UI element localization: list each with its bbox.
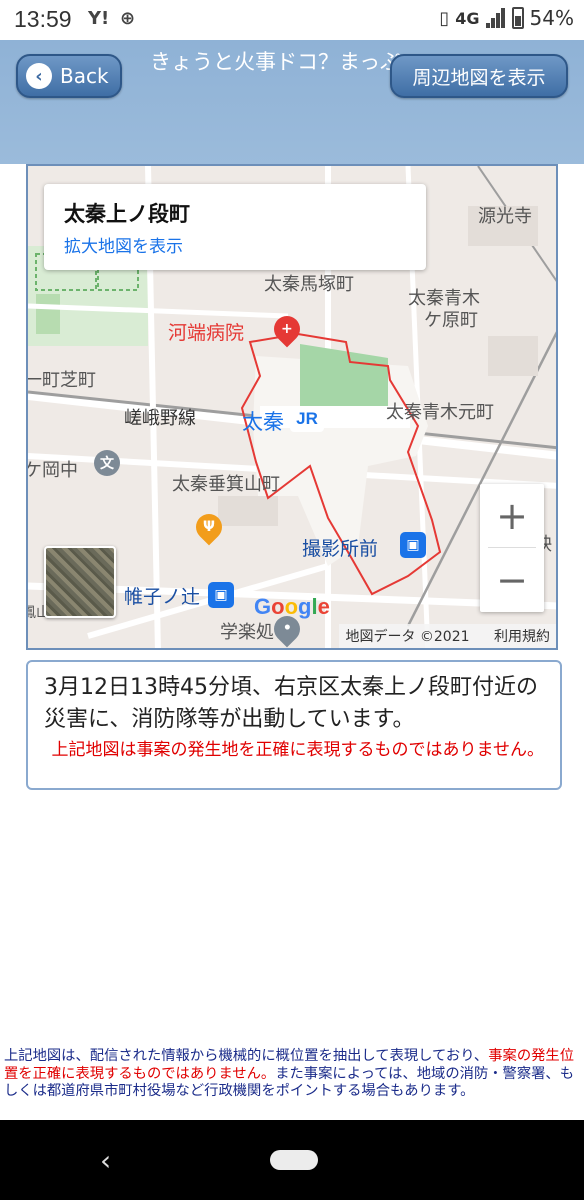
home-pill-icon[interactable] [270, 1150, 318, 1170]
terms-link[interactable]: 利用規約 [494, 629, 550, 645]
zoom-controls: + − [480, 484, 544, 612]
status-time: 13:59 [14, 6, 72, 32]
signal-icon [485, 8, 506, 28]
place-name: 太秦上ノ段町 [64, 202, 190, 226]
map-label-shiba: 一町芝町 [26, 370, 96, 391]
battery-icon [511, 7, 524, 29]
map-label-genkoji: 源光寺 [478, 206, 532, 227]
show-area-map-label: 周辺地図を表示 [412, 66, 546, 89]
status-bar: 13:59 Y! ⊕ ▯ 4G 54% [0, 0, 584, 40]
location-warning: 上記地図は事案の発生地を正確に表現するものではありません。 [51, 740, 545, 760]
zoom-in-button[interactable]: + [480, 484, 544, 548]
chevron-left-icon: ‹ [26, 63, 52, 89]
footer-disclaimer: 上記地図は、配信された情報から機械的に概位置を抽出して表現しており、事案の発生位… [4, 1048, 582, 1101]
incident-message: 3月12日13時45分頃、右京区太秦上ノ段町付近の災害に、消防隊等が出動していま… [44, 675, 538, 732]
place-info-card: 太秦上ノ段町 拡大地図を表示 [44, 184, 426, 270]
app-header: きょうと火事ドコ？まっぷ ‹ Back 周辺地図を表示 [0, 40, 584, 164]
vibrate-icon: ▯ [439, 7, 450, 29]
back-button[interactable]: ‹ Back [16, 54, 122, 98]
bus-station-icon[interactable]: ▣ [400, 532, 426, 558]
show-area-map-button[interactable]: 周辺地図を表示 [390, 54, 568, 98]
map-label-uzumasa-station: 太秦 [242, 410, 284, 434]
battery-level: 54% [529, 6, 574, 30]
network-type: 4G [455, 8, 480, 28]
map-data-credit: 地図データ ©2021 [345, 629, 470, 645]
jr-station-icon[interactable]: JR [290, 406, 324, 432]
back-button-label: Back [60, 64, 109, 88]
system-navigation-bar: ‹ [0, 1120, 584, 1200]
map-label-satsueisho: 撮影所前 [302, 538, 379, 560]
footer-disclaimer-part1: 上記地図は、配信された情報から機械的に概位置を抽出して表現しており、 [4, 1048, 489, 1064]
app-title: きょうと火事ドコ？まっぷ [150, 50, 402, 74]
train-station-icon[interactable]: ▣ [208, 582, 234, 608]
satellite-toggle[interactable] [44, 546, 116, 618]
map-view[interactable]: 太秦上ノ段町 拡大地図を表示 源光寺 太秦馬塚町 太秦青木 ケ原町 河端病院 +… [26, 164, 558, 650]
zoom-out-button[interactable]: − [480, 548, 544, 612]
map-label-kawabata-hospital: 河端病院 [168, 322, 245, 344]
vpn-icon: ⊕ [120, 8, 136, 29]
incident-message-box: 3月12日13時45分頃、右京区太秦上ノ段町付近の災害に、消防隊等が出動していま… [26, 660, 562, 790]
nav-back-icon[interactable]: ‹ [100, 1144, 111, 1177]
map-label-aoki-motomachi: 太秦青木元町 [386, 402, 494, 423]
map-label-okanaka: ケ岡中 [26, 460, 78, 481]
school-icon[interactable]: 文 [94, 450, 120, 476]
map-label-umatsuka: 太秦馬塚町 [264, 274, 354, 295]
map-label-eboshi: 帷子ノ辻 [124, 586, 201, 608]
map-label-sagano-line: 嵯峨野線 [124, 408, 196, 429]
map-label-gakurakuen: 学楽処 [220, 622, 274, 643]
yahoo-icon: Y! [88, 8, 110, 29]
enlarge-map-link[interactable]: 拡大地図を表示 [64, 232, 406, 257]
google-logo: Google [254, 594, 330, 619]
map-label-aoki-kegahara-2: ケ原町 [424, 310, 478, 331]
map-attribution: 地図データ ©2021 利用規約 [339, 624, 556, 648]
map-label-minoyama: 太秦垂箕山町 [172, 474, 280, 495]
